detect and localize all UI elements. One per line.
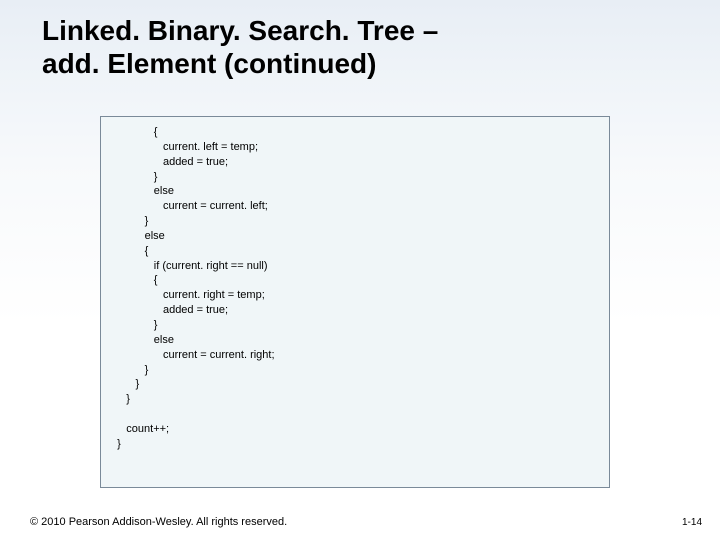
page-number: 1-14 [682,517,702,528]
slide: Linked. Binary. Search. Tree – add. Elem… [0,0,720,540]
slide-title: Linked. Binary. Search. Tree – add. Elem… [42,14,690,80]
copyright-footer: © 2010 Pearson Addison-Wesley. All right… [30,516,287,528]
title-line-1: Linked. Binary. Search. Tree – [42,15,438,46]
title-line-2: add. Element (continued) [42,48,376,79]
code-block: { current. left = temp; added = true; } … [100,116,610,488]
